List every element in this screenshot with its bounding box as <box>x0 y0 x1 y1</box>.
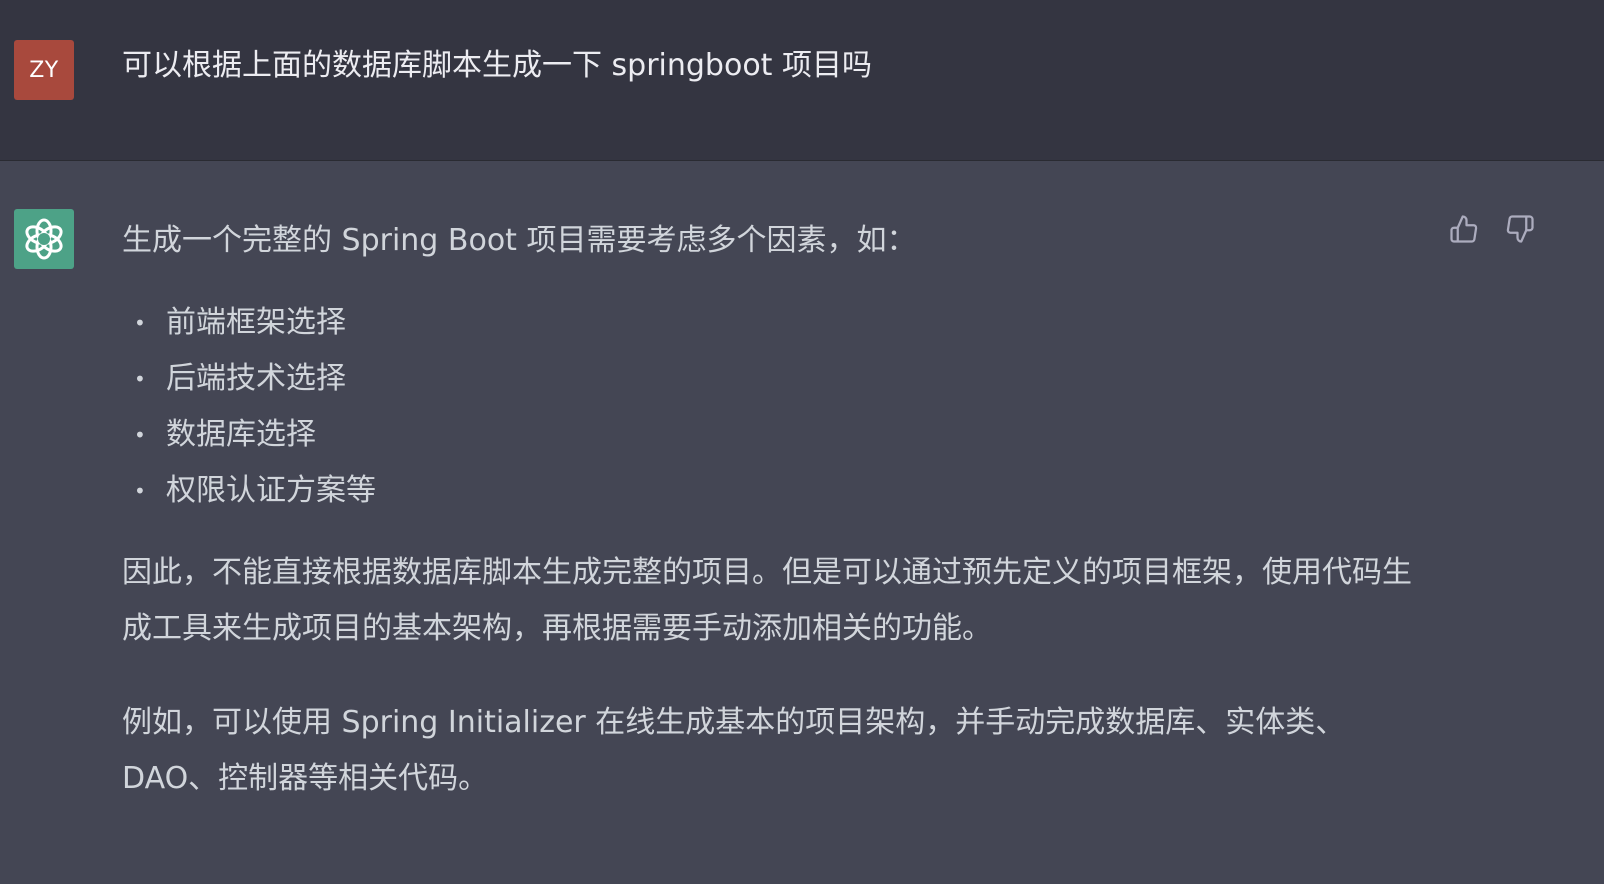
user-avatar: ZY <box>14 40 74 100</box>
list-item-text: 权限认证方案等 <box>166 473 376 508</box>
list-item: • 后端技术选择 <box>122 351 1422 407</box>
list-item: • 前端框架选择 <box>122 295 1422 351</box>
response-intro: 生成一个完整的 Spring Boot 项目需要考虑多个因素，如： <box>122 223 917 258</box>
response-paragraph-2: 例如，可以使用 Spring Initializer 在线生成基本的项目架构，并… <box>122 705 1346 796</box>
assistant-avatar <box>14 209 74 269</box>
factor-list: • 前端框架选择 • 后端技术选择 • 数据库选择 • 权限认证方案等 <box>122 295 1422 519</box>
bullet-icon: • <box>134 479 146 503</box>
user-message-text: 可以根据上面的数据库脚本生成一下 springboot 项目吗 <box>122 48 872 83</box>
thumbs-down-icon <box>1506 215 1534 243</box>
assistant-message-row: 生成一个完整的 Spring Boot 项目需要考虑多个因素，如： • 前端框架选… <box>0 161 1604 884</box>
thumbs-up-button[interactable] <box>1448 211 1480 247</box>
list-item: • 数据库选择 <box>122 407 1422 463</box>
list-item-text: 后端技术选择 <box>166 361 346 396</box>
user-avatar-initials: ZY <box>29 57 59 83</box>
bullet-icon: • <box>134 423 146 447</box>
bullet-icon: • <box>134 367 146 391</box>
thumbs-up-icon <box>1450 215 1478 243</box>
list-item-text: 前端框架选择 <box>166 305 346 340</box>
list-item-text: 数据库选择 <box>166 417 316 452</box>
assistant-response: 生成一个完整的 Spring Boot 项目需要考虑多个因素，如： • 前端框架选… <box>122 213 1422 807</box>
user-message-row: ZY 可以根据上面的数据库脚本生成一下 springboot 项目吗 <box>0 0 1604 161</box>
response-paragraph-1: 因此，不能直接根据数据库脚本生成完整的项目。但是可以通过预先定义的项目框架，使用… <box>122 555 1412 646</box>
feedback-buttons <box>1448 211 1536 247</box>
thumbs-down-button[interactable] <box>1504 211 1536 247</box>
openai-logo-icon <box>25 218 63 260</box>
bullet-icon: • <box>134 311 146 335</box>
list-item: • 权限认证方案等 <box>122 463 1422 519</box>
